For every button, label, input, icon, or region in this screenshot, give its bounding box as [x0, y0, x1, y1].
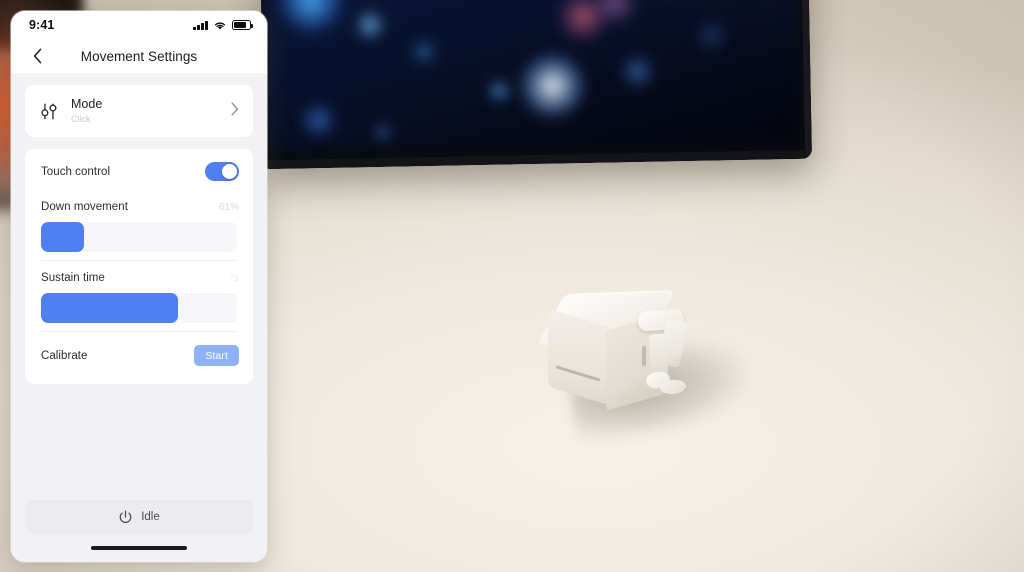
calibrate-start-button[interactable]: Start	[194, 345, 239, 366]
device-seam-front	[642, 345, 646, 367]
home-indicator[interactable]	[91, 546, 187, 550]
footer-bar: Idle	[11, 500, 267, 534]
down-movement-slider[interactable]	[41, 222, 237, 252]
smart-button-device	[536, 288, 753, 446]
status-bar-indicators	[193, 20, 254, 31]
device-status-button[interactable]: Idle	[25, 500, 253, 534]
wifi-icon	[214, 21, 226, 30]
battery-icon	[232, 20, 254, 30]
sliders-adjust-icon	[38, 100, 60, 122]
home-indicator-area	[11, 534, 267, 562]
navigation-bar: Movement Settings	[11, 39, 267, 73]
controls-card: Touch control Down movement 61% Sustain …	[25, 149, 253, 384]
toggle-knob	[221, 163, 238, 180]
touch-control-toggle[interactable]	[205, 162, 239, 181]
sustain-time-value: 7s	[228, 272, 239, 284]
device-status-label: Idle	[141, 511, 160, 523]
app-screen: 9:41 Movement Settings Mode Click Touch …	[11, 11, 267, 562]
mode-row[interactable]: Mode Click	[25, 85, 253, 137]
calibrate-row: Calibrate Start	[25, 332, 253, 378]
sustain-time-label: Sustain time	[41, 272, 105, 284]
background-monitor	[259, 0, 813, 170]
down-movement-label: Down movement	[41, 201, 128, 213]
sustain-time-slider-fill	[41, 293, 179, 323]
settings-content: Mode Click Touch control Down movement 6…	[11, 73, 267, 500]
sustain-time-row: Sustain time 7s	[25, 261, 253, 293]
back-button[interactable]	[24, 43, 50, 69]
touch-control-label: Touch control	[41, 165, 111, 178]
mode-text-group: Mode Click	[71, 97, 220, 125]
sustain-time-slider[interactable]	[41, 293, 237, 323]
down-movement-slider-fill	[41, 222, 85, 252]
touch-control-row: Touch control	[25, 151, 253, 190]
status-bar-clock: 9:41	[29, 18, 55, 32]
down-movement-value: 61%	[218, 201, 239, 213]
down-movement-row: Down movement 61%	[25, 190, 253, 222]
calibrate-label: Calibrate	[41, 349, 88, 362]
cellular-signal-icon	[193, 20, 208, 30]
mode-subtitle: Click	[71, 113, 91, 124]
mode-title: Mode	[71, 97, 103, 112]
mode-card: Mode Click	[25, 85, 253, 137]
power-icon	[119, 509, 132, 523]
status-bar: 9:41	[11, 11, 267, 39]
chevron-left-icon	[33, 48, 41, 64]
monitor-screen-bokeh	[261, 0, 799, 152]
chevron-right-icon	[231, 102, 241, 120]
phone-device: 9:41 Movement Settings Mode Click Touch …	[11, 11, 267, 562]
